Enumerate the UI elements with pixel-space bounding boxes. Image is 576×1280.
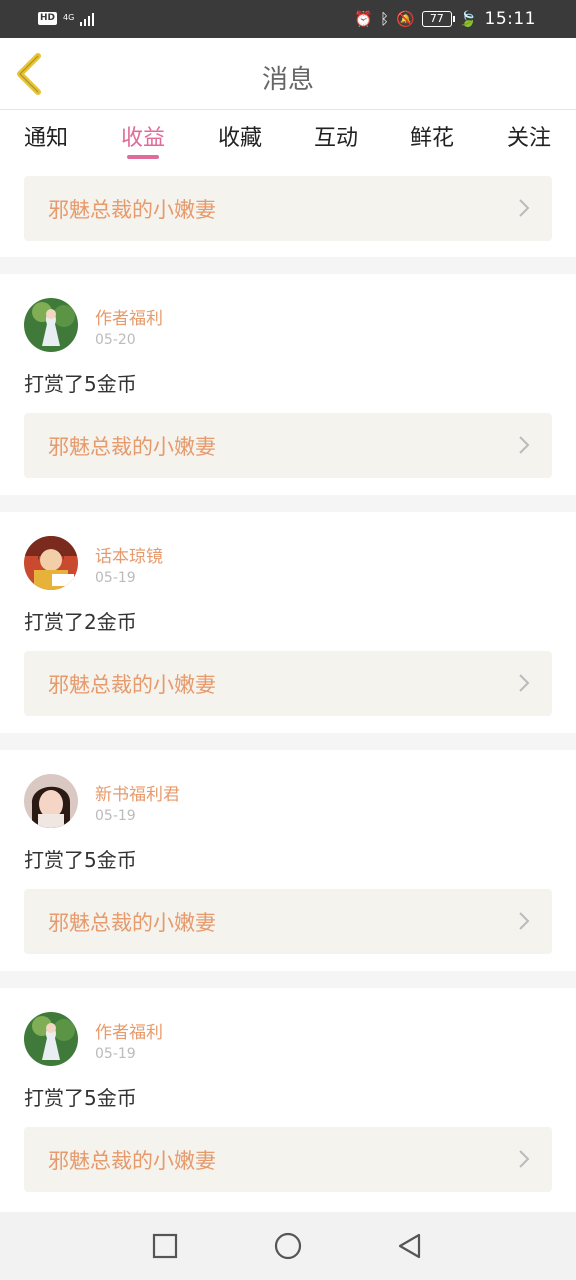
status-right: ⏰ ᛒ 🔕 77 🍃 15:11	[354, 9, 536, 29]
home-circle-icon[interactable]	[274, 1232, 302, 1260]
tab-earnings[interactable]: 收益	[108, 120, 178, 152]
book-title: 邪魅总裁的小嫩妻	[48, 435, 216, 459]
status-left: HD 4G	[38, 10, 95, 26]
leaf-icon: 🍃	[458, 10, 478, 28]
tab-active-indicator	[127, 155, 159, 159]
network-type: 4G	[63, 13, 75, 22]
message-feed: 邪魅总裁的小嫩妻 作者福利 05-20 打赏了5金币 邪魅总裁的小嫩妻 话本琼镜…	[0, 166, 576, 1209]
battery-icon: 77	[421, 11, 455, 27]
divider	[0, 257, 576, 274]
hd-badge: HD	[38, 11, 58, 25]
divider	[0, 495, 576, 512]
status-bar: HD 4G ⏰ ᛒ 🔕 77 🍃 15:11	[0, 0, 576, 38]
author-name[interactable]: 作者福利	[95, 1018, 163, 1043]
message-header: 作者福利 05-19	[0, 988, 576, 1085]
book-link[interactable]: 邪魅总裁的小嫩妻	[24, 651, 552, 716]
alarm-icon: ⏰	[354, 10, 374, 28]
avatar[interactable]	[24, 1012, 78, 1066]
tab-notification[interactable]: 通知	[11, 120, 81, 152]
divider	[0, 733, 576, 750]
book-title: 邪魅总裁的小嫩妻	[48, 1149, 216, 1173]
message-header: 话本琼镜 05-19	[0, 512, 576, 609]
message-card: 邪魅总裁的小嫩妻	[0, 166, 576, 257]
tab-favorites[interactable]: 收藏	[205, 120, 275, 152]
message-date: 05-19	[95, 1046, 136, 1062]
recents-square-icon[interactable]	[151, 1232, 179, 1260]
message-date: 05-20	[95, 332, 136, 348]
message-card: 话本琼镜 05-19 打赏了2金币 邪魅总裁的小嫩妻	[0, 512, 576, 733]
book-link[interactable]: 邪魅总裁的小嫩妻	[24, 889, 552, 954]
chevron-right-icon	[519, 912, 530, 930]
book-title: 邪魅总裁的小嫩妻	[48, 673, 216, 697]
header: 消息	[0, 38, 576, 110]
book-title: 邪魅总裁的小嫩妻	[48, 911, 216, 935]
message-card: 新书福利君 05-19 打赏了5金币 邪魅总裁的小嫩妻	[0, 750, 576, 971]
tab-interaction[interactable]: 互动	[301, 120, 371, 152]
book-link[interactable]: 邪魅总裁的小嫩妻	[24, 176, 552, 241]
book-link[interactable]: 邪魅总裁的小嫩妻	[24, 413, 552, 478]
message-header: 新书福利君 05-19	[0, 750, 576, 847]
avatar[interactable]	[24, 536, 78, 590]
chevron-right-icon	[519, 199, 530, 217]
author-name[interactable]: 作者福利	[95, 304, 163, 329]
message-date: 05-19	[95, 808, 136, 824]
message-text: 打赏了2金币	[24, 610, 137, 634]
avatar[interactable]	[24, 298, 78, 352]
mute-icon: 🔕	[396, 10, 415, 28]
divider	[0, 971, 576, 988]
message-card: 作者福利 05-19 打赏了5金币 邪魅总裁的小嫩妻	[0, 988, 576, 1209]
clock: 15:11	[484, 9, 536, 29]
message-text: 打赏了5金币	[24, 372, 137, 396]
author-name[interactable]: 新书福利君	[95, 780, 180, 805]
chevron-right-icon	[519, 436, 530, 454]
author-name[interactable]: 话本琼镜	[95, 542, 163, 567]
avatar[interactable]	[24, 774, 78, 828]
book-title: 邪魅总裁的小嫩妻	[48, 198, 216, 222]
message-text: 打赏了5金币	[24, 1086, 137, 1110]
message-card: 作者福利 05-20 打赏了5金币 邪魅总裁的小嫩妻	[0, 274, 576, 495]
message-text: 打赏了5金币	[24, 848, 137, 872]
book-link[interactable]: 邪魅总裁的小嫩妻	[24, 1127, 552, 1192]
tab-follow[interactable]: 关注	[494, 120, 564, 152]
signal-icon	[80, 10, 95, 26]
message-date: 05-19	[95, 570, 136, 586]
chevron-right-icon	[519, 674, 530, 692]
bluetooth-icon: ᛒ	[380, 10, 390, 28]
tab-flowers[interactable]: 鲜花	[397, 120, 467, 152]
page-title: 消息	[261, 65, 314, 95]
back-triangle-icon[interactable]	[396, 1232, 424, 1260]
chevron-right-icon	[519, 1150, 530, 1168]
tab-bar: 通知 收益 收藏 互动 鲜花 关注	[0, 110, 576, 166]
message-header: 作者福利 05-20	[0, 274, 576, 371]
system-nav-bar	[0, 1212, 576, 1280]
